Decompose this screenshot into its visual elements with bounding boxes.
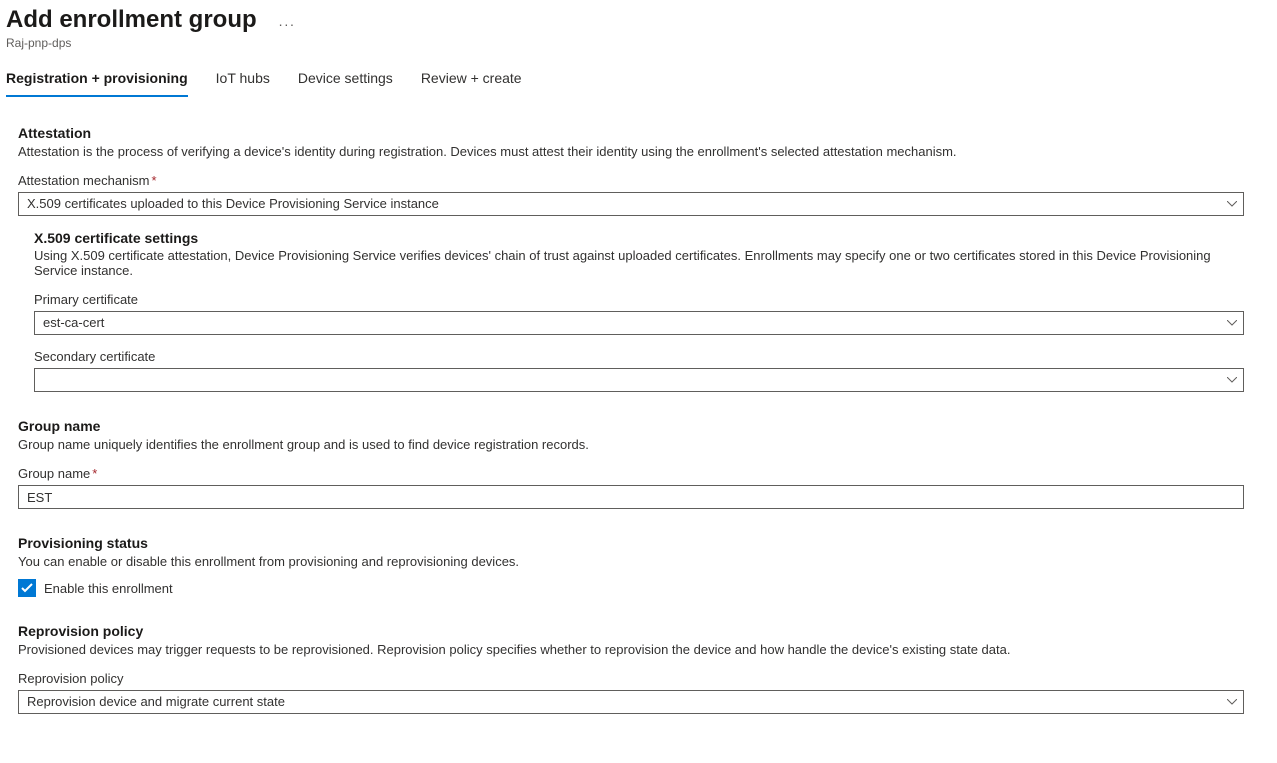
tab-review-create[interactable]: Review + create [421, 70, 522, 96]
group-name-label: Group name* [18, 466, 1244, 481]
group-heading: Group name [18, 418, 1244, 434]
primary-cert-label: Primary certificate [34, 292, 1244, 307]
primary-cert-select[interactable]: est-ca-cert [34, 311, 1244, 335]
reprovision-heading: Reprovision policy [18, 623, 1244, 639]
enable-enrollment-label: Enable this enrollment [44, 581, 173, 596]
provisioning-heading: Provisioning status [18, 535, 1244, 551]
more-icon[interactable]: ··· [278, 16, 295, 32]
attestation-mechanism-select[interactable]: X.509 certificates uploaded to this Devi… [18, 192, 1244, 216]
attestation-heading: Attestation [18, 125, 1244, 141]
secondary-cert-select[interactable] [34, 368, 1244, 392]
tab-iot-hubs[interactable]: IoT hubs [216, 70, 270, 96]
provisioning-desc: You can enable or disable this enrollmen… [18, 554, 1244, 569]
breadcrumb: Raj-pnp-dps [6, 36, 1277, 50]
group-name-input[interactable] [18, 485, 1244, 509]
attestation-mechanism-label: Attestation mechanism* [18, 173, 1244, 188]
tab-registration-provisioning[interactable]: Registration + provisioning [6, 70, 188, 96]
x509-desc: Using X.509 certificate attestation, Dev… [34, 248, 1244, 278]
reprovision-policy-label: Reprovision policy [18, 671, 1244, 686]
tabs-container: Registration + provisioning IoT hubs Dev… [6, 70, 1277, 97]
reprovision-desc: Provisioned devices may trigger requests… [18, 642, 1244, 657]
page-title: Add enrollment group [6, 6, 257, 34]
secondary-cert-label: Secondary certificate [34, 349, 1244, 364]
x509-heading: X.509 certificate settings [34, 230, 1244, 246]
attestation-desc: Attestation is the process of verifying … [18, 144, 1244, 159]
tab-device-settings[interactable]: Device settings [298, 70, 393, 96]
group-desc: Group name uniquely identifies the enrol… [18, 437, 1244, 452]
enable-enrollment-checkbox[interactable] [18, 579, 36, 597]
reprovision-policy-select[interactable]: Reprovision device and migrate current s… [18, 690, 1244, 714]
